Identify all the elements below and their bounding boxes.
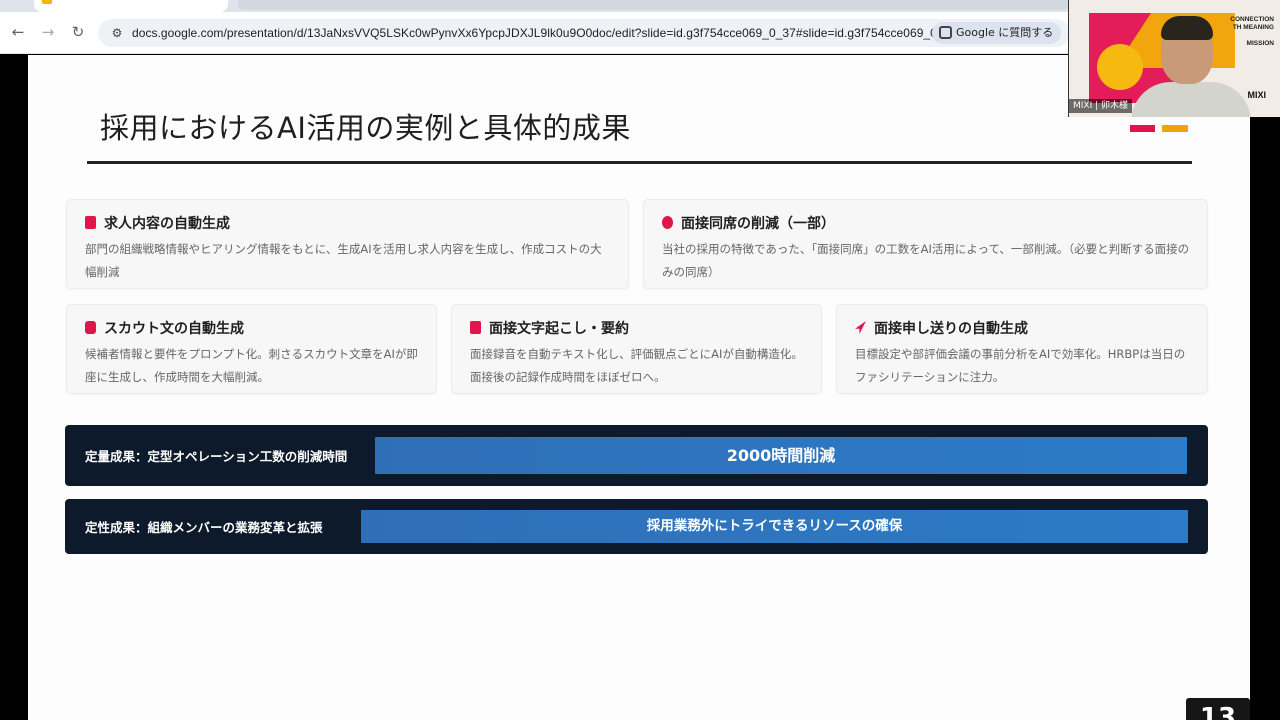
card-body: 候補者情報と要件をプロンプト化。刺さるスカウト文章をAIが即座に生成し、作成時間… — [85, 347, 418, 384]
card-handover: 面接申し送りの自動生成 目標設定や部評価会議の事前分析をAIで効率化。HRBPは… — [836, 304, 1208, 394]
poster-text: CONNECTION — [1230, 16, 1274, 23]
card-title: 面接申し送りの自動生成 — [855, 318, 1028, 338]
card-title: スカウト文の自動生成 — [85, 318, 244, 338]
slide: 採用におけるAI活用の実例と具体的成果 求人内容の自動生成 部門の組織戦略情報や… — [28, 55, 1250, 720]
slide-page-number: 13 — [1186, 698, 1250, 720]
webcam-video[interactable]: CONNECTION TH MEANING MISSION MIXI MIXI … — [1068, 0, 1280, 117]
reload-icon[interactable]: ↻ — [66, 20, 90, 44]
browser-tab[interactable] — [34, 0, 228, 12]
lens-icon — [939, 26, 952, 39]
back-arrow-icon[interactable]: ← — [6, 20, 30, 44]
result-value-bar: 採用業務外にトライできるリソースの確保 — [361, 510, 1188, 543]
browser-window: ← → ↻ ⚙ docs.google.com/presentation/d/1… — [0, 0, 1280, 720]
brand-bar-red — [1130, 125, 1155, 132]
url-text[interactable]: docs.google.com/presentation/d/13JaNxsVV… — [132, 19, 957, 47]
send-icon — [855, 321, 866, 334]
brand-bar-yellow — [1162, 125, 1188, 132]
participant-hair — [1161, 16, 1213, 40]
message-icon — [85, 321, 96, 334]
card-title: 求人内容の自動生成 — [85, 213, 230, 233]
title-divider — [87, 161, 1192, 164]
card-transcription: 面接文字起こし・要約 面接録音を自動テキスト化し、評価観点ごとにAIが自動構造化… — [451, 304, 822, 394]
card-body: 目標設定や部評価会議の事前分析をAIで効率化。HRBPは当日のファシリテーション… — [855, 347, 1186, 384]
card-title: 面接文字起こし・要約 — [470, 318, 629, 338]
forward-arrow-icon[interactable]: → — [36, 20, 60, 44]
browser-toolbar: ← → ↻ ⚙ docs.google.com/presentation/d/1… — [0, 12, 1070, 54]
participant-name: MIXI | 卯木様 — [1069, 99, 1132, 113]
card-title: 面接同席の削減（一部） — [662, 213, 835, 233]
result-label: 定量成果：定型オペレーション工数の削減時間 — [85, 449, 348, 464]
site-settings-icon[interactable]: ⚙ — [108, 24, 126, 42]
slide-title: 採用におけるAI活用の実例と具体的成果 — [100, 111, 631, 145]
quantitative-result: 定量成果：定型オペレーション工数の削減時間 2000時間削減 — [65, 425, 1208, 486]
poster-circle — [1097, 44, 1143, 90]
result-label: 定性成果：組織メンバーの業務変革と拡張 — [85, 520, 323, 535]
people-icon — [662, 216, 673, 229]
poster-text: MISSION — [1246, 40, 1274, 47]
card-interview-attendance: 面接同席の削減（一部） 当社の採用の特徴であった、「面接同席」の工数をAI活用に… — [643, 199, 1208, 289]
slides-favicon-icon — [42, 0, 52, 4]
card-body: 当社の採用の特徴であった、「面接同席」の工数をAI活用によって、一部削減。（必要… — [662, 242, 1190, 279]
presentation-stage: 採用におけるAI活用の実例と具体的成果 求人内容の自動生成 部門の組織戦略情報や… — [0, 55, 1280, 720]
lens-chip-label: Google に質問する — [956, 26, 1054, 39]
card-body: 部門の組織戦略情報やヒアリング情報をもとに、生成AIを活用し求人内容を生成し、作… — [85, 242, 602, 279]
address-bar[interactable]: ⚙ docs.google.com/presentation/d/13JaNxs… — [98, 19, 1070, 47]
brand-accent-bars — [1130, 125, 1190, 133]
poster-text: TH MEANING — [1232, 24, 1274, 31]
card-body: 面接録音を自動テキスト化し、評価観点ごとにAIが自動構造化。面接後の記録作成時間… — [470, 347, 803, 384]
poster-logo: MIXI — [1247, 90, 1266, 100]
qualitative-result: 定性成果：組織メンバーの業務変革と拡張 採用業務外にトライできるリソースの確保 — [65, 499, 1208, 554]
file-text-icon — [470, 321, 481, 334]
card-scout-message: スカウト文の自動生成 候補者情報と要件をプロンプト化。刺さるスカウト文章をAIが… — [66, 304, 437, 394]
google-lens-chip[interactable]: Google に質問する — [932, 22, 1062, 44]
tab-strip-background — [228, 0, 1068, 12]
card-job-posting: 求人内容の自動生成 部門の組織戦略情報やヒアリング情報をもとに、生成AIを活用し… — [66, 199, 629, 289]
result-value-bar: 2000時間削減 — [375, 437, 1187, 474]
document-icon — [85, 216, 96, 229]
